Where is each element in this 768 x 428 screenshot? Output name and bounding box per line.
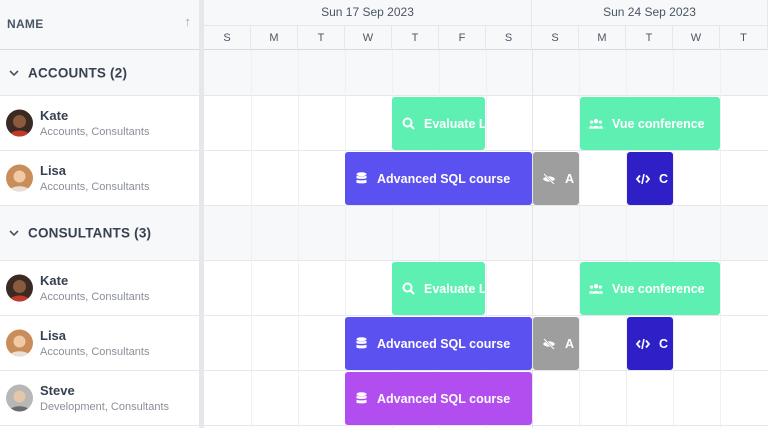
week-divider — [532, 50, 533, 428]
resource-subtitle: Accounts, Consultants — [40, 291, 150, 303]
day-header: S — [532, 26, 579, 50]
avatar — [6, 109, 33, 137]
day-header: T — [298, 26, 345, 50]
users-icon — [589, 282, 603, 296]
resource-subtitle: Accounts, Consultants — [40, 126, 150, 138]
resource-name: Lisa — [40, 163, 67, 178]
day-divider — [720, 50, 721, 428]
name-column-header[interactable]: NAME ↑ — [0, 0, 199, 50]
avatar — [6, 329, 33, 357]
resource-row[interactable]: Lisa Accounts, Consultants — [0, 316, 199, 371]
users-icon — [589, 117, 603, 131]
search-icon — [401, 117, 415, 131]
search-icon — [401, 282, 415, 296]
event-c[interactable]: C — [627, 317, 673, 370]
chevron-down-icon[interactable] — [9, 228, 19, 238]
eye-slash-icon — [542, 337, 556, 351]
database-icon — [354, 392, 368, 406]
event-a[interactable]: A — [533, 152, 579, 205]
eye-slash-icon — [542, 172, 556, 186]
resource-subtitle: Accounts, Consultants — [40, 181, 150, 193]
avatar — [6, 164, 33, 192]
database-icon — [354, 172, 368, 186]
event-vue-conference[interactable]: Vue conference — [580, 262, 720, 315]
resource-row[interactable]: Lisa Accounts, Consultants — [0, 151, 199, 206]
day-header: S — [486, 26, 532, 50]
sort-ascending-icon[interactable]: ↑ — [185, 14, 192, 29]
code-icon — [636, 337, 650, 351]
day-header: T — [720, 26, 768, 50]
day-header: M — [251, 26, 298, 50]
day-header: M — [579, 26, 626, 50]
code-icon — [636, 172, 650, 186]
resource-grid: NAME ↑ ACCOUNTS (2) Kate Accounts, Consu… — [0, 0, 199, 428]
day-header: T — [392, 26, 439, 50]
day-header: S — [204, 26, 251, 50]
week-header: Sun 24 Sep 2023 — [532, 0, 768, 26]
resource-subtitle: Development, Consultants — [40, 401, 170, 413]
database-icon — [354, 337, 368, 351]
avatar — [6, 384, 33, 412]
event-advanced-sql[interactable]: Advanced SQL course — [345, 317, 532, 370]
group-row-accounts[interactable]: ACCOUNTS (2) — [0, 50, 199, 96]
group-label: CONSULTANTS (3) — [28, 225, 152, 241]
chevron-down-icon[interactable] — [9, 68, 19, 78]
week-header: Sun 17 Sep 2023 — [204, 0, 532, 26]
event-c[interactable]: C — [627, 152, 673, 205]
name-column-label: NAME — [7, 17, 44, 31]
group-label: ACCOUNTS (2) — [28, 65, 128, 80]
day-header: T — [626, 26, 673, 50]
resource-name: Lisa — [40, 328, 67, 343]
event-advanced-sql[interactable]: Advanced SQL course — [345, 152, 532, 205]
event-vue-conference[interactable]: Vue conference — [580, 97, 720, 150]
event-evaluate[interactable]: Evaluate L — [392, 262, 485, 315]
event-evaluate[interactable]: Evaluate L — [392, 97, 485, 150]
day-header: W — [673, 26, 720, 50]
day-header: W — [345, 26, 392, 50]
resource-subtitle: Accounts, Consultants — [40, 346, 150, 358]
resource-name: Kate — [40, 273, 69, 288]
day-divider — [251, 50, 252, 428]
day-header: F — [439, 26, 486, 50]
resource-name: Steve — [40, 383, 75, 398]
resource-row[interactable]: Kate Accounts, Consultants — [0, 96, 199, 151]
timeline-area: Sun 17 Sep 2023 Sun 24 Sep 2023 S M T W … — [204, 0, 768, 428]
resource-name: Kate — [40, 108, 69, 123]
avatar — [6, 274, 33, 302]
group-row-consultants[interactable]: CONSULTANTS (3) — [0, 206, 199, 261]
event-advanced-sql[interactable]: Advanced SQL course — [345, 372, 532, 425]
day-divider — [298, 50, 299, 428]
resource-row[interactable]: Kate Accounts, Consultants — [0, 261, 199, 316]
resource-row[interactable]: Steve Development, Consultants — [0, 371, 199, 426]
event-a[interactable]: A — [533, 317, 579, 370]
